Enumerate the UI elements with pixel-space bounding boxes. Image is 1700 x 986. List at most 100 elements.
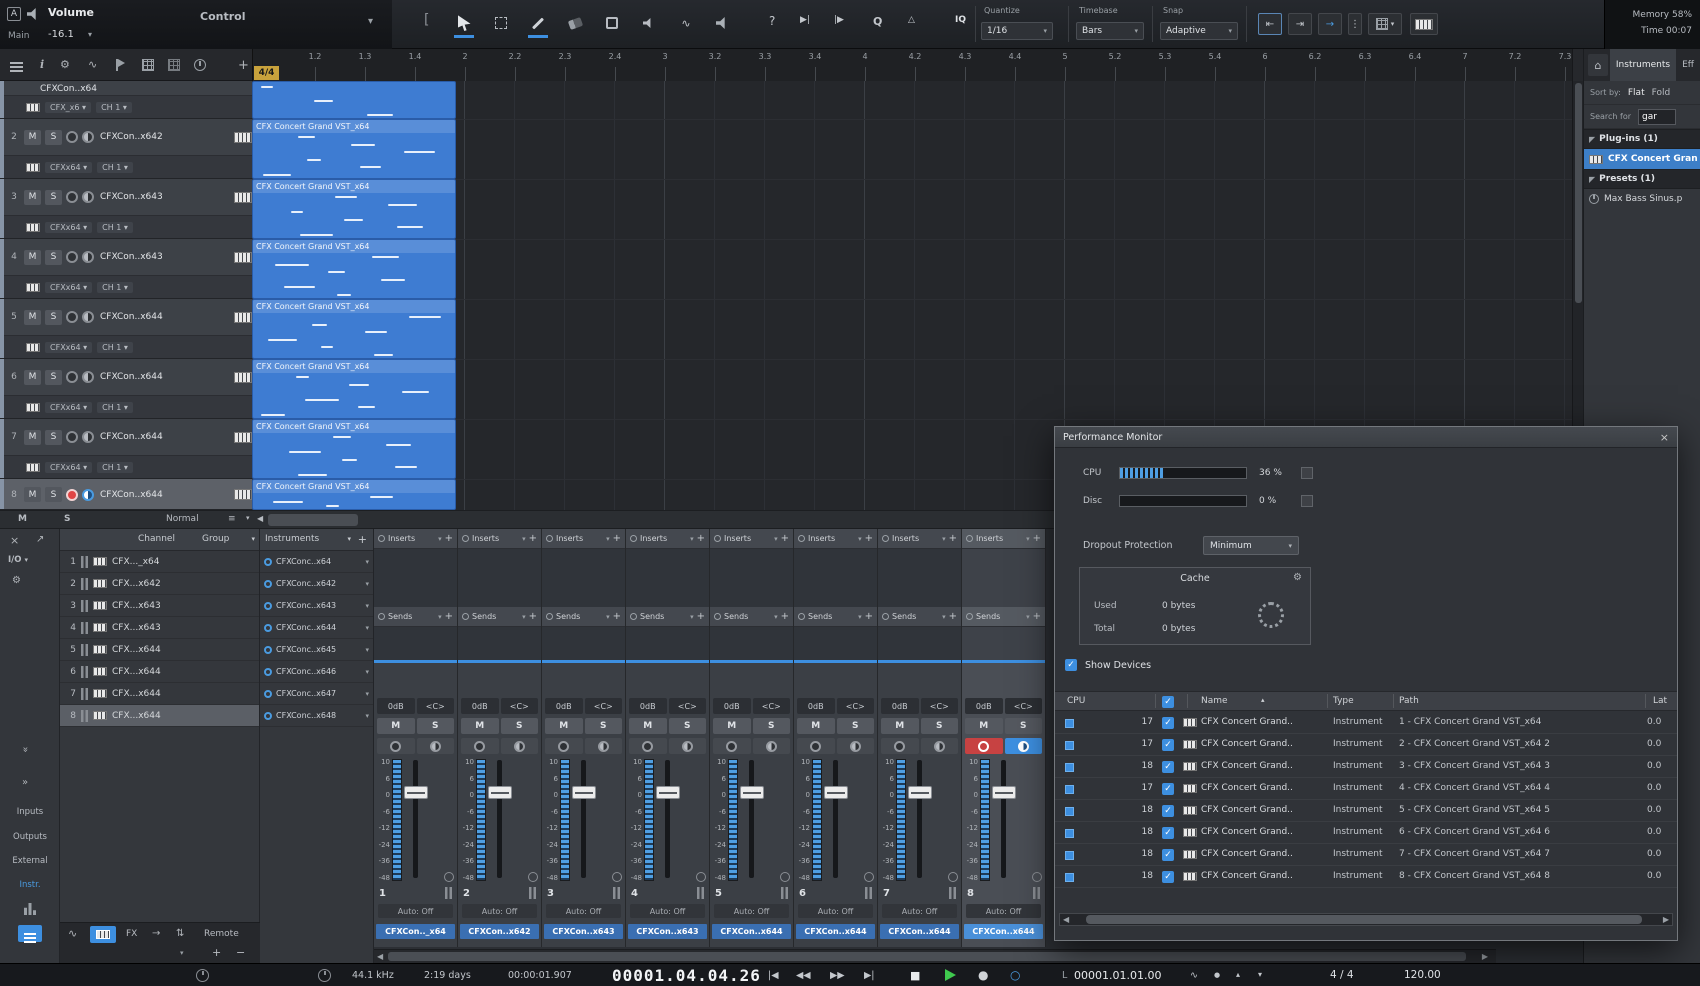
return-to-start-button[interactable]: |◀ <box>768 970 779 981</box>
sends-header[interactable]: Sends▾+ <box>710 607 793 627</box>
fader-thumb[interactable] <box>656 786 680 799</box>
power-icon[interactable] <box>714 535 721 542</box>
device-enable-checkbox[interactable]: ✓ <box>1162 871 1174 883</box>
updown-icon[interactable]: ⇅ <box>176 928 184 939</box>
scrollbar-thumb[interactable] <box>1086 915 1642 924</box>
ruler-tick-label[interactable]: 1.3 <box>354 52 376 61</box>
solo-button[interactable]: S <box>45 487 62 502</box>
power-icon[interactable] <box>966 535 973 542</box>
chevron-down-icon[interactable]: ▾ <box>365 624 369 632</box>
group-column-header[interactable]: Group <box>202 534 229 544</box>
dropout-protection-select[interactable]: Minimum ▾ <box>1203 536 1299 555</box>
solo-button[interactable]: S <box>45 430 62 445</box>
rail-item-external[interactable]: External <box>0 856 60 866</box>
power-icon[interactable] <box>264 580 272 588</box>
chevron-down-icon[interactable]: ▾ <box>251 535 255 543</box>
inserts-header[interactable]: Inserts▾+ <box>794 529 877 549</box>
add-send-button[interactable]: + <box>865 611 873 622</box>
metronome-knob-icon[interactable] <box>196 969 209 982</box>
power-icon[interactable] <box>546 613 553 620</box>
gain-value[interactable]: 0dB <box>461 698 499 714</box>
sends-header[interactable]: Sends▾+ <box>542 607 625 627</box>
chevron-down-icon[interactable]: ▾ <box>522 613 526 621</box>
window-title-bar[interactable]: Performance Monitor × <box>1055 427 1677 448</box>
mute-button[interactable]: M <box>461 718 499 734</box>
channel-name[interactable]: CFXCon..x642 <box>460 924 539 939</box>
midi-clip[interactable]: CFX Concert Grand VST_x64 <box>252 179 456 239</box>
add-instrument-button[interactable]: + <box>358 533 367 546</box>
add-insert-button[interactable]: + <box>865 533 873 544</box>
cue-icon[interactable] <box>612 872 622 882</box>
add-send-button[interactable]: + <box>445 611 453 622</box>
midi-clip[interactable]: CFX Concert Grand VST_x64 <box>252 239 456 299</box>
control-link-label[interactable]: Control <box>200 10 245 23</box>
record-arm-button[interactable] <box>66 431 78 443</box>
auto-icon[interactable]: A <box>7 7 21 21</box>
cue-icon[interactable] <box>444 872 454 882</box>
dot-icon[interactable]: ● <box>1214 971 1220 979</box>
record-arm-button[interactable] <box>66 371 78 383</box>
column-header-cpu[interactable]: CPU <box>1067 696 1085 706</box>
mute-button[interactable]: M <box>24 250 41 265</box>
keyboard-panel-button[interactable] <box>1410 13 1438 35</box>
chevron-down-icon[interactable]: ▾ <box>774 613 778 621</box>
fader-thumb[interactable] <box>824 786 848 799</box>
mute-button[interactable]: M <box>24 310 41 325</box>
mute-button[interactable]: M <box>377 718 415 734</box>
solo-button[interactable]: S <box>669 718 707 734</box>
settings-gear-icon[interactable]: ⚙ <box>12 575 21 586</box>
monitor-button[interactable] <box>417 738 455 754</box>
sends-slot[interactable] <box>878 627 961 660</box>
chevron-down-icon[interactable]: ▾ <box>858 613 862 621</box>
main-time-display[interactable]: 00001.04.04.26 <box>612 966 761 985</box>
track-header[interactable]: 4MSCFXCon..x643CFXx64 ▾CH 1 ▾ <box>0 239 252 299</box>
levels-chart-icon[interactable] <box>24 903 36 915</box>
cpu-stepper[interactable] <box>1301 467 1313 479</box>
ruler-tick-label[interactable]: 1.4 <box>404 52 426 61</box>
power-icon[interactable] <box>264 624 272 632</box>
add-insert-button[interactable]: + <box>613 533 621 544</box>
automation-mode-button[interactable]: Auto: Off <box>630 904 705 918</box>
metronome-icon[interactable]: △ <box>908 15 915 25</box>
ruler-tick-label[interactable]: 3 <box>654 52 676 61</box>
cue-icon[interactable] <box>780 872 790 882</box>
sends-header[interactable]: Sends▾+ <box>458 607 541 627</box>
ruler-tick-label[interactable]: 4.4 <box>1004 52 1026 61</box>
automation-mode-button[interactable]: Auto: Off <box>798 904 873 918</box>
record-arm-button[interactable] <box>797 738 835 754</box>
remove-channel-button[interactable]: − <box>236 946 245 959</box>
sort-flat-button[interactable]: Flat <box>1628 88 1645 98</box>
inserts-slot[interactable] <box>458 549 541 607</box>
sends-slot[interactable] <box>626 627 709 660</box>
inspector-icon[interactable]: i <box>40 58 44 71</box>
ruler-tick-label[interactable]: 4 <box>854 52 876 61</box>
play-from-icon[interactable]: ▶| <box>800 15 810 25</box>
solo-button[interactable]: S <box>45 370 62 385</box>
instrument-rack-row[interactable]: CFXConc..x644▾ <box>260 617 373 639</box>
add-insert-button[interactable]: + <box>949 533 957 544</box>
rail-item-instruments[interactable]: Instr. <box>0 880 60 890</box>
mixer-channel-strip[interactable]: Inserts▾+Sends▾+0dB<C>MS1060-6-12-24-36-… <box>458 529 542 947</box>
channel-list-row[interactable]: 1CFX..._x64 <box>60 551 259 573</box>
inserts-slot[interactable] <box>626 549 709 607</box>
instrument-icon[interactable] <box>26 463 40 472</box>
channel-name[interactable]: CFXCon.._x64 <box>376 924 455 939</box>
chevron-down-icon[interactable]: ▾ <box>365 712 369 720</box>
record-arm-button[interactable] <box>461 738 499 754</box>
record-arm-button[interactable] <box>377 738 415 754</box>
ruler-tick-label[interactable]: 3.2 <box>704 52 726 61</box>
chevron-down-icon[interactable]: ▾ <box>606 535 610 543</box>
gain-value[interactable]: 0dB <box>629 698 667 714</box>
automation-value[interactable]: -16.1 <box>48 29 74 40</box>
monitor-button[interactable] <box>82 191 94 203</box>
sends-header[interactable]: Sends▾+ <box>794 607 877 627</box>
record-arm-button[interactable] <box>629 738 667 754</box>
gain-value[interactable]: 0dB <box>965 698 1003 714</box>
time-signature-tag[interactable]: 4/4 <box>254 66 279 80</box>
power-icon[interactable] <box>714 613 721 620</box>
midi-channel-select[interactable]: CH 1 ▾ <box>97 282 133 293</box>
pan-value[interactable]: <C> <box>585 698 623 714</box>
power-icon[interactable] <box>264 602 272 610</box>
mixer-channel-strip[interactable]: Inserts▾+Sends▾+0dB<C>MS1060-6-12-24-36-… <box>542 529 626 947</box>
record-arm-button[interactable] <box>66 311 78 323</box>
